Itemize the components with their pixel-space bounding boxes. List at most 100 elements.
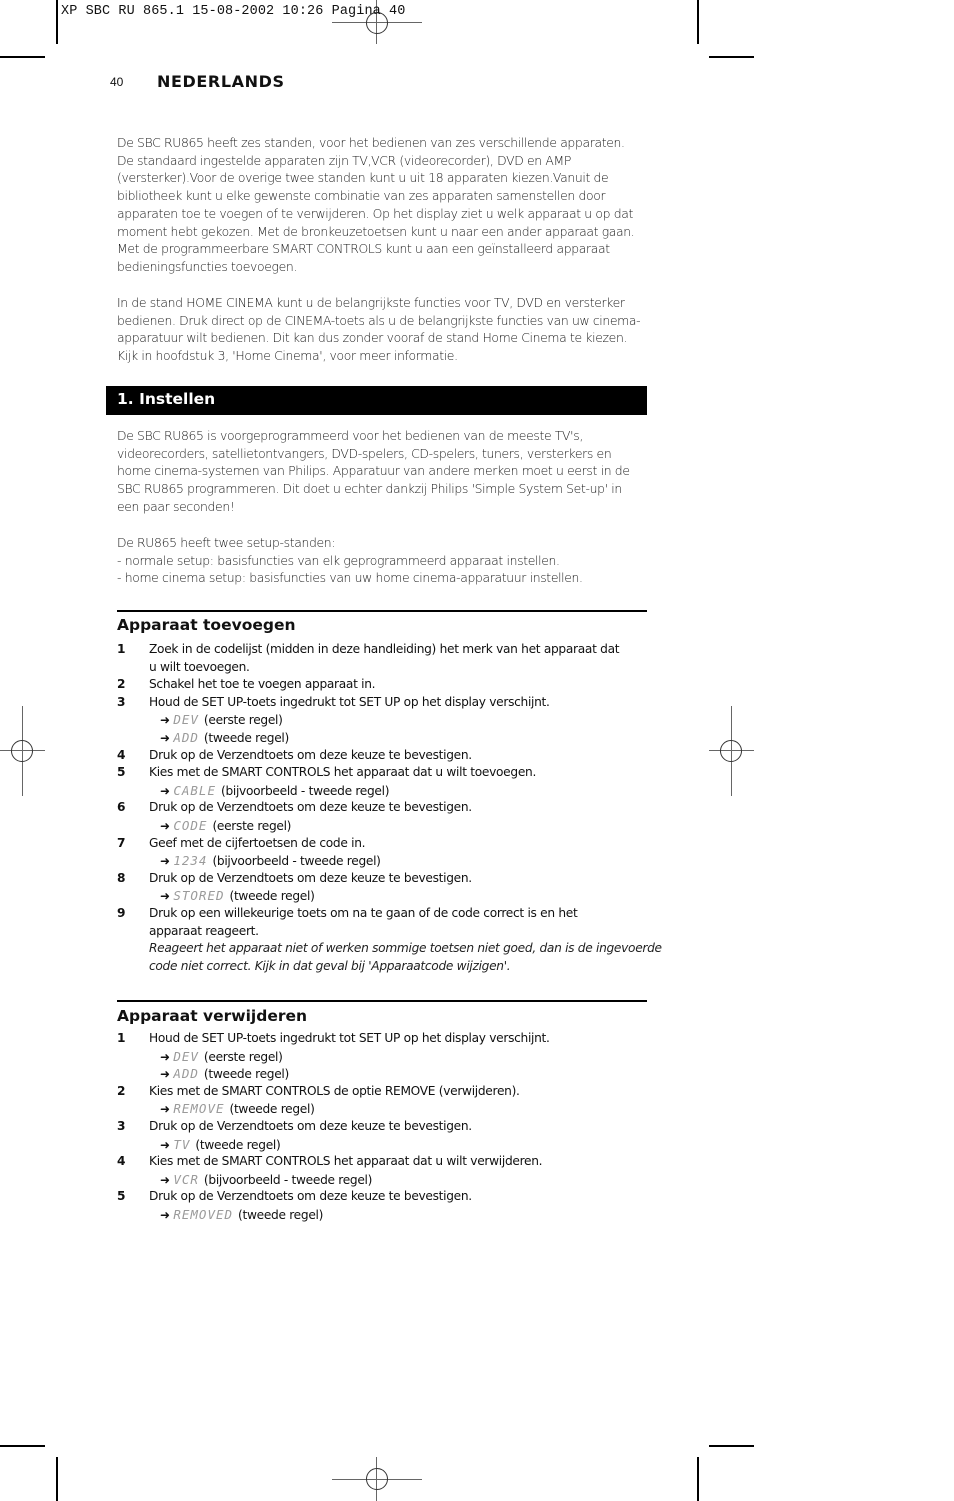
lcd-display-text: TV [173, 1136, 191, 1152]
step-text: Druk op een willekeurige toets om na te … [149, 905, 578, 920]
registration-mark-icon [11, 740, 33, 762]
text-line: moment hebt gekozen. Met de bronkeuzetoe… [117, 223, 635, 239]
step-result: ➜ REMOVE (tweede regel) [117, 1100, 652, 1118]
step-result: ➜ DEV (eerste regel) [117, 1048, 652, 1066]
divider [117, 610, 647, 612]
step-number: 7 [117, 835, 126, 850]
step-text: Druk op de Verzendtoets om deze keuze te… [149, 1189, 472, 1204]
step-number: 4 [117, 1154, 126, 1169]
text-line: - home cinema setup: basisfuncties van u… [117, 570, 583, 586]
text-line: bedienen. Druk direct op de CINEMA-toets… [117, 312, 641, 328]
step-item: 2 Schakel het toe te voegen apparaat in. [117, 676, 652, 694]
step-result: ➜ REMOVED (tweede regel) [117, 1206, 652, 1224]
step-number: 5 [117, 765, 126, 780]
lcd-display-text: ADD [173, 729, 199, 745]
step-continuation: u wilt toevoegen. [117, 659, 652, 677]
step-result: ➜ STORED (tweede regel) [117, 887, 652, 905]
step-number: 8 [117, 870, 126, 885]
lcd-display-text: ADD [173, 1066, 199, 1082]
text-line: De SBC RU865 is voorgeprogrammeerd voor … [117, 428, 583, 443]
text-line: een paar seconden! [117, 498, 235, 514]
result-line: ➜ REMOVE (tweede regel) [160, 1100, 315, 1119]
step-number: 9 [117, 905, 126, 920]
lcd-display-text: STORED [173, 888, 225, 904]
result-note: (tweede regel) [238, 1207, 324, 1222]
step-number: 5 [117, 1189, 126, 1204]
step-number: 2 [117, 1083, 126, 1098]
step-text: Druk op de Verzendtoets om deze keuze te… [149, 747, 472, 762]
text-line: In de stand HOME CINEMA kunt u de belang… [117, 295, 625, 310]
step-text: apparaat reageert. [149, 923, 259, 938]
step-result: ➜ CODE (eerste regel) [117, 817, 652, 835]
registration-mark-icon [720, 740, 742, 762]
lcd-display-text: VCR [173, 1171, 199, 1187]
step-item: 1 Zoek in de codelijst (midden in deze ha… [117, 641, 652, 659]
step-item: 7 Geef met de cijfertoetsen de code in. [117, 835, 652, 853]
step-result: ➜ DEV (eerste regel) [117, 711, 652, 729]
arrow-right-icon: ➜ [160, 1137, 170, 1152]
text-line: De RU865 heeft twee setup-standen: [117, 535, 336, 550]
text-line: Met de programmeerbare SMART CONTROLS ku… [117, 241, 610, 257]
text-line: bibliotheek kunt u elke gewenste combina… [117, 188, 606, 204]
step-text: Kies met de SMART CONTROLS de optie REMO… [149, 1083, 520, 1098]
step-item: 8 Druk op de Verzendtoets om deze keuze t… [117, 870, 652, 888]
intro-paragraph-1: De SBC RU865 heeft zes standen, voor het… [117, 134, 652, 276]
arrow-right-icon: ➜ [160, 1067, 170, 1082]
result-line: ➜ ADD (tweede regel) [160, 729, 289, 748]
step-text: u wilt toevoegen. [149, 659, 250, 674]
step-text: Geef met de cijfertoetsen de code in. [149, 835, 366, 850]
step-result: ➜ ADD (tweede regel) [117, 1065, 652, 1083]
text-line: (versterker).Voor de overige twee stande… [117, 170, 609, 186]
step-item: 3 Houd de SET UP-toets ingedrukt tot SET … [117, 694, 652, 712]
registration-mark-icon [366, 1468, 388, 1490]
step-text: Kies met de SMART CONTROLS het apparaat … [149, 1154, 543, 1169]
step-note: Reageert het apparaat niet of werken som… [149, 941, 662, 956]
crop-mark [0, 1445, 45, 1447]
result-note: (tweede regel) [229, 1102, 315, 1117]
step-text: Druk op de Verzendtoets om deze keuze te… [149, 870, 472, 885]
result-note: (bijvoorbeeld - tweede regel) [203, 1172, 373, 1187]
step-item: 9 Druk op een willekeurige toets om na te… [117, 905, 652, 923]
result-line: ➜ 1234 (bijvoorbeeld - tweede regel) [160, 852, 381, 871]
crop-mark [709, 1445, 754, 1447]
arrow-right-icon: ➜ [160, 1049, 170, 1064]
step-result: ➜ ADD (tweede regel) [117, 729, 652, 747]
lcd-display-text: CODE [173, 817, 208, 833]
result-line: ➜ CODE (eerste regel) [160, 817, 291, 836]
subsection-title-remove: Apparaat verwijderen [117, 1007, 308, 1025]
step-item: 6 Druk op de Verzendtoets om deze keuze t… [117, 799, 652, 817]
subsection-title-add: Apparaat toevoegen [117, 616, 296, 634]
result-note: (eerste regel) [212, 818, 292, 833]
result-note: (eerste regel) [203, 713, 283, 728]
step-text: Druk op de Verzendtoets om deze keuze te… [149, 1118, 472, 1133]
result-line: ➜ ADD (tweede regel) [160, 1065, 289, 1084]
crop-mark [709, 56, 754, 58]
step-item: 2 Kies met de SMART CONTROLS de optie REM… [117, 1083, 652, 1101]
step-item: 5 Druk op de Verzendtoets om deze keuze t… [117, 1188, 652, 1206]
step-number: 1 [117, 1031, 126, 1045]
text-line: apparatuur wilt bedienen. Dit kan dus zo… [117, 330, 628, 346]
text-line: videorecorders, satellietontvangers, DVD… [117, 445, 612, 461]
text-line: SBC RU865 programmeren. Dit doet u echte… [117, 481, 622, 497]
result-line: ➜ VCR (bijvoorbeeld - tweede regel) [160, 1171, 372, 1190]
step-note: code niet correct. Kijk in dat geval bij… [149, 958, 511, 973]
result-line: ➜ STORED (tweede regel) [160, 887, 315, 906]
arrow-right-icon: ➜ [160, 1102, 170, 1117]
step-item: 3 Druk op de Verzendtoets om deze keuze t… [117, 1118, 652, 1136]
step-item: 4 Druk op de Verzendtoets om deze keuze t… [117, 747, 652, 765]
step-item: 1 Houd de SET UP-toets ingedrukt tot SET … [117, 1030, 652, 1048]
result-note: (tweede regel) [195, 1137, 281, 1152]
step-item: 4 Kies met de SMART CONTROLS het apparaat… [117, 1153, 652, 1171]
lcd-display-text: 1234 [173, 853, 208, 869]
text-line: De SBC RU865 heeft zes standen, voor het… [117, 135, 625, 150]
crop-mark [697, 1457, 699, 1501]
result-note: (tweede regel) [203, 1067, 289, 1082]
arrow-right-icon: ➜ [160, 1207, 170, 1222]
step-continuation: Reageert het apparaat niet of werken som… [117, 940, 662, 958]
text-line: De standaard ingestelde apparaten zijn T… [117, 152, 571, 168]
text-line: apparaten toe te voegen of te verwijdere… [117, 205, 633, 221]
crop-mark [56, 0, 58, 44]
section-paragraph-1: De SBC RU865 is voorgeprogrammeerd voor … [117, 427, 652, 516]
step-result: ➜ TV (tweede regel) [117, 1136, 652, 1154]
result-line: ➜ DEV (eerste regel) [160, 1048, 283, 1067]
